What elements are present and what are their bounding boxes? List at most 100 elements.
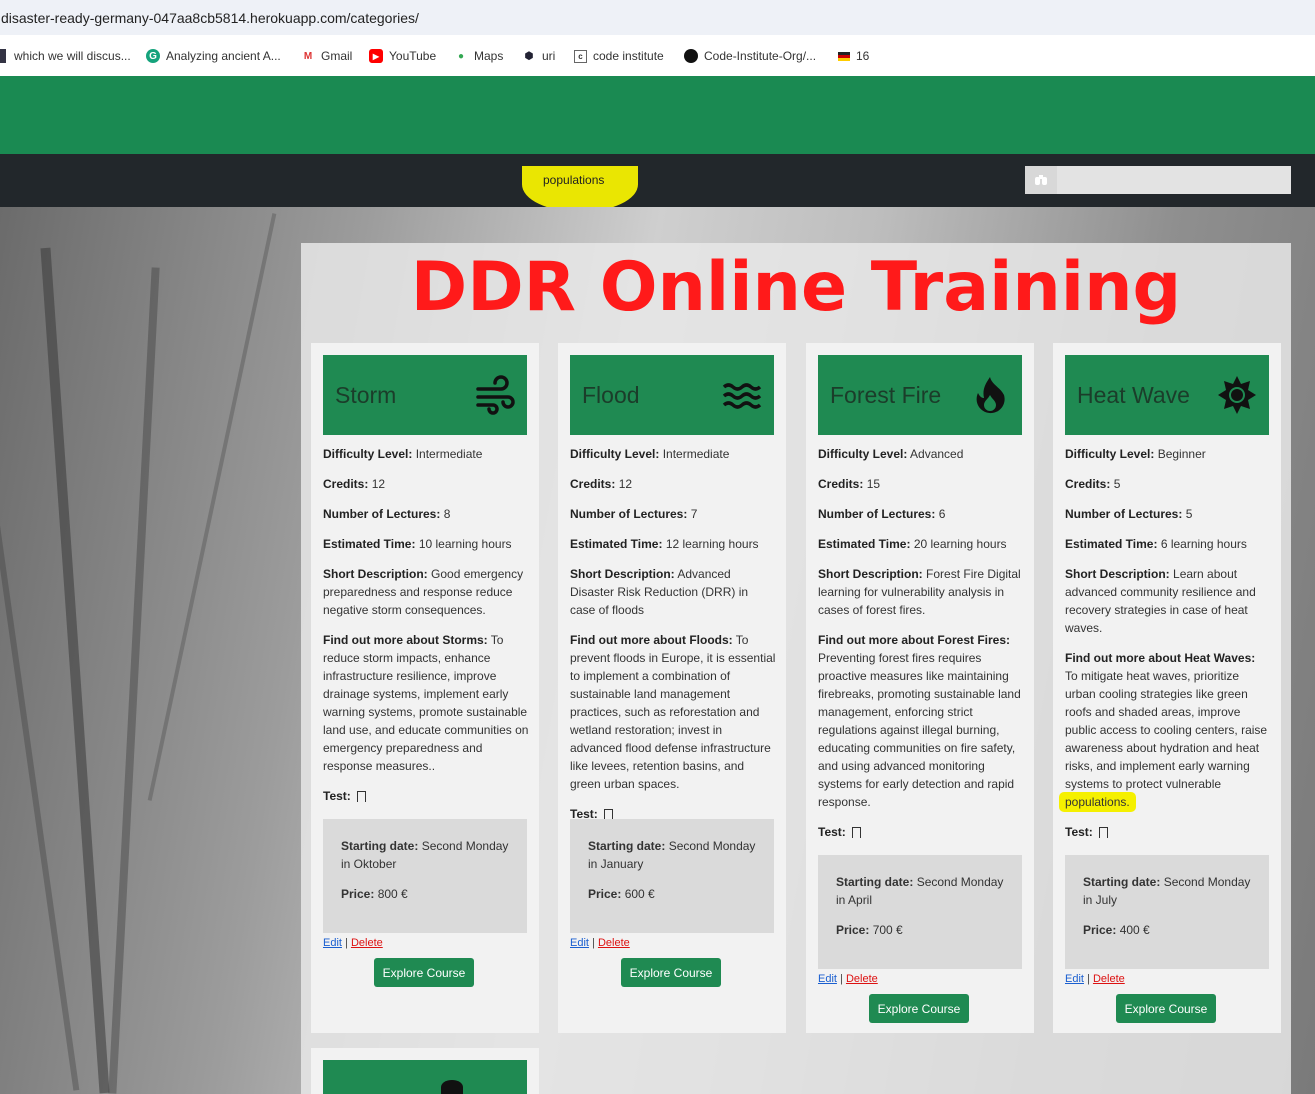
difficulty-label: Difficulty Level:	[323, 447, 413, 461]
course-card-flood: Flood Difficulty Level: Intermediate Cre…	[558, 343, 786, 1033]
schedule-box: Starting date: Second Monday in Oktober …	[323, 819, 527, 933]
schedule-box: Starting date: Second Monday in July Pri…	[1065, 855, 1269, 969]
bookmarks-bar: which we will discus... G Analyzing ancie…	[0, 35, 1315, 76]
explore-course-button[interactable]: Explore Course	[869, 994, 969, 1023]
delete-link[interactable]: Delete	[846, 973, 878, 985]
difficulty-label: Difficulty Level:	[818, 447, 908, 461]
card-body: Difficulty Level: Beginner Credits: 5 Nu…	[1059, 445, 1271, 853]
link-separator: |	[345, 937, 348, 949]
course-card-heat-wave: Heat Wave Difficulty Level: Beginner Cre…	[1053, 343, 1281, 1033]
credits-value: 12	[618, 477, 633, 491]
credits-value: 15	[866, 477, 881, 491]
more-label: Find out more about Heat Waves:	[1065, 651, 1256, 665]
schedule-box: Starting date: Second Monday in January …	[570, 819, 774, 933]
credits-label: Credits:	[570, 477, 616, 491]
price-label: Price:	[588, 887, 622, 901]
more-text: To reduce storm impacts, enhance infrast…	[323, 633, 529, 773]
more-text: To prevent floods in Europe, it is essen…	[570, 633, 776, 791]
delete-link[interactable]: Delete	[351, 937, 383, 949]
page-icon	[0, 49, 6, 63]
card-title: Storm	[335, 382, 397, 408]
search-input[interactable]	[301, 166, 1018, 194]
more-label: Find out more about Floods:	[570, 633, 733, 647]
bookmark-icon[interactable]	[357, 791, 367, 803]
price-value: 600 €	[624, 887, 655, 901]
price-value: 800 €	[377, 887, 408, 901]
time-label: Estimated Time:	[1065, 537, 1158, 551]
bookmark-item[interactable]: Code-Institute-Org/...	[684, 47, 816, 65]
difficulty-value: Beginner	[1157, 447, 1206, 461]
course-card-storm: Storm Difficulty Level: Intermediate Cre…	[311, 343, 539, 1033]
bookmark-icon[interactable]	[1099, 827, 1109, 839]
lectures-value: 6	[938, 507, 946, 521]
bookmark-icon[interactable]	[852, 827, 862, 839]
delete-link[interactable]: Delete	[598, 937, 630, 949]
admin-links: Edit | Delete	[323, 937, 383, 949]
bookmark-item[interactable]: 16	[838, 47, 869, 65]
edit-link[interactable]: Edit	[818, 973, 837, 985]
short-label: Short Description:	[323, 567, 428, 581]
bookmark-item[interactable]: ● Maps	[454, 47, 503, 65]
search-bar-filler	[1057, 166, 1291, 194]
explore-course-button[interactable]: Explore Course	[374, 958, 474, 987]
admin-links: Edit | Delete	[818, 973, 878, 985]
test-label: Test:	[1065, 825, 1093, 839]
card-header: Forest Fire	[818, 355, 1022, 435]
difficulty-label: Difficulty Level:	[1065, 447, 1155, 461]
lectures-label: Number of Lectures:	[1065, 507, 1183, 521]
gmail-icon: M	[303, 50, 313, 62]
page-title: DDR Online Training	[410, 248, 1182, 327]
bookmark-item[interactable]: which we will discus...	[0, 47, 131, 65]
short-label: Short Description:	[570, 567, 675, 581]
top-banner	[0, 76, 1315, 154]
card-header: Flood	[570, 355, 774, 435]
bookmark-item[interactable]: c code institute	[574, 47, 664, 65]
start-label: Starting date:	[1083, 875, 1161, 889]
card-title: Forest Fire	[830, 382, 942, 408]
time-label: Estimated Time:	[818, 537, 911, 551]
difficulty-value: Advanced	[910, 447, 964, 461]
short-label: Short Description:	[818, 567, 923, 581]
price-label: Price:	[341, 887, 375, 901]
admin-links: Edit | Delete	[570, 937, 630, 949]
highlighted-search-match: populations.	[1059, 792, 1136, 812]
delete-link[interactable]: Delete	[1093, 973, 1125, 985]
credits-value: 12	[371, 477, 386, 491]
schedule-box: Starting date: Second Monday in April Pr…	[818, 855, 1022, 969]
credits-label: Credits:	[1065, 477, 1111, 491]
admin-links: Edit | Delete	[1065, 973, 1125, 985]
link-separator: |	[592, 937, 595, 949]
sun-icon	[1218, 376, 1256, 414]
card-body: Difficulty Level: Intermediate Credits: …	[570, 445, 776, 835]
lectures-value: 5	[1185, 507, 1193, 521]
edit-link[interactable]: Edit	[1065, 973, 1084, 985]
lectures-value: 7	[690, 507, 698, 521]
price-label: Price:	[836, 923, 870, 937]
search-button[interactable]	[1025, 166, 1057, 194]
link-separator: |	[1087, 973, 1090, 985]
bookmark-item[interactable]: M Gmail	[301, 47, 353, 65]
more-label: Find out more about Storms:	[323, 633, 488, 647]
explore-course-button[interactable]: Explore Course	[1116, 994, 1216, 1023]
card-title: Heat Wave	[1077, 382, 1190, 408]
bookmark-item[interactable]: G Analyzing ancient A...	[146, 47, 281, 65]
edit-link[interactable]: Edit	[323, 937, 342, 949]
lectures-label: Number of Lectures:	[570, 507, 688, 521]
explore-course-button[interactable]: Explore Course	[621, 958, 721, 987]
lectures-label: Number of Lectures:	[323, 507, 441, 521]
url-text[interactable]: disaster-ready-germany-047aa8cb5814.hero…	[1, 10, 419, 26]
credits-label: Credits:	[323, 477, 369, 491]
bookmark-item[interactable]: ⬢ uri	[522, 47, 556, 65]
grammarly-icon: G	[146, 49, 160, 63]
course-card-partial	[311, 1048, 539, 1094]
edit-link[interactable]: Edit	[570, 937, 589, 949]
start-label: Starting date:	[341, 839, 419, 853]
youtube-icon: ▶	[369, 49, 383, 63]
bookmark-item[interactable]: ▶ YouTube	[369, 47, 436, 65]
more-label: Find out more about Forest Fires:	[818, 633, 1011, 647]
card-header: Heat Wave	[1065, 355, 1269, 435]
time-label: Estimated Time:	[570, 537, 663, 551]
difficulty-label: Difficulty Level:	[570, 447, 660, 461]
browser-url-bar[interactable]: disaster-ready-germany-047aa8cb5814.hero…	[0, 0, 1315, 35]
price-label: Price:	[1083, 923, 1117, 937]
